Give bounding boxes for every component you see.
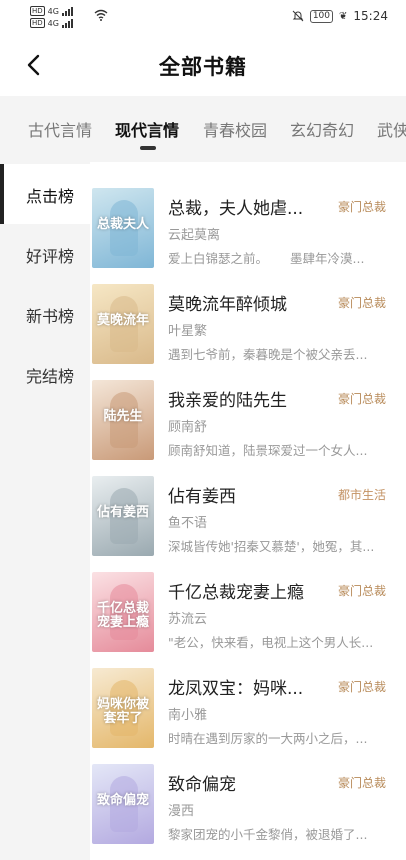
rank-label: 好评榜	[26, 247, 75, 266]
book-genre-tag: 豪门总裁	[337, 296, 386, 310]
book-cover: 千亿总裁宠妻上瘾	[92, 572, 154, 652]
book-description: 黎家团宠的小千金黎俏，被退婚了...	[168, 827, 368, 842]
rank-rating[interactable]: 好评榜	[0, 224, 90, 284]
tab-fantasy[interactable]: 玄幻奇幻	[290, 117, 354, 141]
book-genre-tag: 豪门总裁	[337, 200, 386, 214]
tab-ancient-romance[interactable]: 古代言情	[28, 117, 92, 141]
book-cover: 莫晚流年	[92, 284, 154, 364]
book-genre-tag: 豪门总裁	[337, 776, 386, 790]
tab-campus[interactable]: 青春校园	[203, 117, 267, 141]
book-title: 致命偏宠	[168, 775, 236, 795]
book-title: 龙凤双宝：妈咪...	[168, 679, 304, 699]
book-author: 叶星繁	[168, 324, 208, 339]
book-item[interactable]: 千亿总裁宠妻上瘾 千亿总裁宠妻上瘾 豪门总裁 苏流云 "老公，快来看，电视上这个…	[90, 546, 406, 652]
signal-icon	[61, 18, 73, 28]
net1-label: 4G	[47, 6, 59, 16]
cover-title: 致命偏宠	[96, 793, 149, 808]
book-author: 南小雅	[168, 708, 208, 723]
cover-title: 总裁夫人	[96, 217, 149, 232]
sim1-row: HD 4G	[30, 6, 73, 16]
book-genre-tag: 豪门总裁	[337, 392, 386, 406]
signal-group: HD 4G HD 4G	[30, 6, 73, 28]
book-item[interactable]: 妈咪你被套牢了 龙凤双宝：妈咪... 豪门总裁 南小雅 时晴在遇到厉家的一大两小…	[90, 642, 406, 748]
book-cover: 妈咪你被套牢了	[92, 668, 154, 748]
status-right: 100 ❦ 15:24	[292, 9, 388, 23]
signal-icon	[61, 6, 73, 16]
book-item[interactable]: 莫晚流年 莫晚流年醉倾城 豪门总裁 叶星繁 遇到七爷前，秦暮晚是个被父亲丢...	[90, 258, 406, 364]
book-genre-tag: 豪门总裁	[337, 680, 386, 694]
book-title: 总裁，夫人她虐...	[168, 199, 304, 219]
book-cover: 佔有姜西	[92, 476, 154, 556]
sim2-row: HD 4G	[30, 18, 73, 28]
book-author: 顾南舒	[168, 420, 208, 435]
book-item[interactable]: 陆先生 我亲爱的陆先生 豪门总裁 顾南舒 顾南舒知道，陆景琛爱过一个女人...	[90, 354, 406, 460]
cover-title: 佔有姜西	[96, 505, 149, 520]
book-item[interactable]: 致命偏宠 致命偏宠 豪门总裁 漫西 黎家团宠的小千金黎俏，被退婚了...	[90, 738, 406, 844]
book-list: 总裁夫人 总裁，夫人她虐... 豪门总裁 云起莫离 爱上白锦瑟之前。 墨肆年冷漠.…	[90, 162, 406, 860]
rank-label: 完结榜	[26, 367, 75, 386]
rank-new[interactable]: 新书榜	[0, 284, 90, 344]
book-cover: 总裁夫人	[92, 188, 154, 268]
book-genre-tag: 都市生活	[337, 488, 386, 502]
book-cover: 陆先生	[92, 380, 154, 460]
book-title: 莫晚流年醉倾城	[168, 295, 287, 315]
page-title: 全部书籍	[159, 55, 247, 79]
clock: 15:24	[353, 9, 388, 23]
rank-clicks[interactable]: 点击榜	[0, 164, 90, 224]
battery-indicator: 100	[309, 9, 334, 23]
sim2-badge: HD	[30, 18, 45, 28]
wifi-icon	[94, 9, 108, 21]
rank-completed[interactable]: 完结榜	[0, 344, 90, 404]
book-genre-tag: 豪门总裁	[337, 584, 386, 598]
cover-title: 千亿总裁宠妻上瘾	[96, 601, 149, 630]
cover-title: 妈咪你被套牢了	[96, 697, 149, 726]
cover-title: 莫晚流年	[96, 313, 149, 328]
title-bar: 全部书籍	[0, 34, 406, 96]
book-author: 云起莫离	[168, 228, 221, 243]
rank-menu: 点击榜 好评榜 新书榜 完结榜	[0, 162, 90, 860]
cover-title: 陆先生	[103, 409, 143, 424]
book-title: 我亲爱的陆先生	[168, 391, 287, 411]
active-tab-indicator	[140, 146, 156, 150]
tab-modern-romance[interactable]: 现代言情	[115, 117, 179, 141]
book-item[interactable]: 总裁夫人 总裁，夫人她虐... 豪门总裁 云起莫离 爱上白锦瑟之前。 墨肆年冷漠.…	[90, 162, 406, 268]
book-author: 苏流云	[168, 612, 208, 627]
net2-label: 4G	[47, 18, 59, 28]
rank-label: 新书榜	[26, 307, 75, 326]
rank-label: 点击榜	[26, 187, 75, 206]
book-author: 鱼不语	[168, 516, 208, 531]
charging-leaf-icon: ❦	[339, 10, 348, 22]
book-cover: 致命偏宠	[92, 764, 154, 844]
book-item[interactable]: 佔有姜西 佔有姜西 都市生活 鱼不语 深城皆传她'招秦又慕楚'，她冤，其...	[90, 450, 406, 556]
category-tabs: 古代言情 现代言情 青春校园 玄幻奇幻 武侠	[0, 96, 406, 162]
book-title: 千亿总裁宠妻上瘾	[168, 583, 304, 603]
mute-bell-icon	[292, 10, 304, 22]
book-author: 漫西	[168, 804, 195, 819]
book-title: 佔有姜西	[168, 487, 236, 507]
tab-wuxia[interactable]: 武侠	[377, 117, 406, 141]
status-bar: HD 4G HD 4G 100 ❦ 15:24	[0, 0, 406, 34]
sim1-badge: HD	[30, 6, 45, 16]
